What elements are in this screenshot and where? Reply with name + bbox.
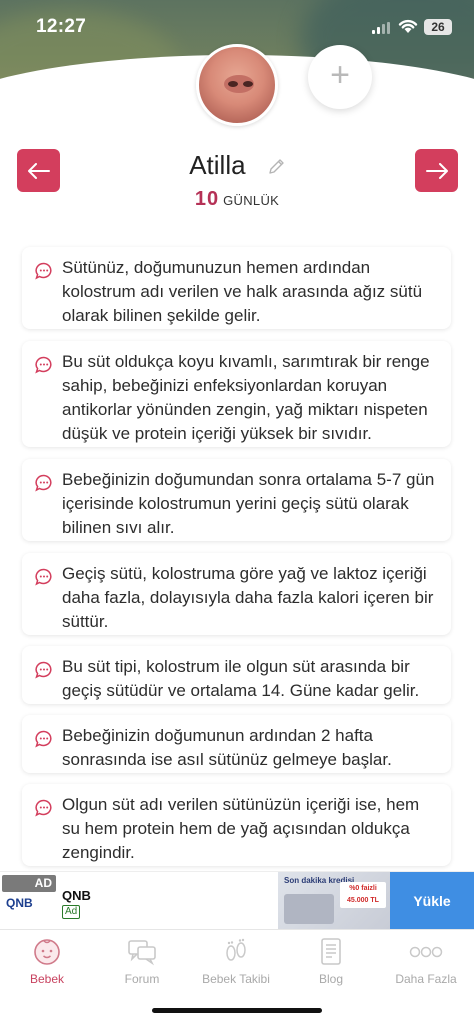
- tab-label: Blog: [318, 972, 344, 986]
- tab-bebek-takibi[interactable]: Bebek Takibi: [189, 936, 283, 986]
- wifi-icon: [398, 18, 418, 39]
- tab-blog[interactable]: Blog: [284, 936, 378, 986]
- edit-pencil-icon[interactable]: [267, 152, 285, 183]
- more-dots-icon: [379, 936, 473, 968]
- card-text: Bu süt tipi, kolostrum ile olgun süt ara…: [62, 657, 420, 700]
- card-text: Geçiş sütü, kolostruma göre yağ ve lakto…: [62, 564, 434, 631]
- speech-bubble-icon: [35, 661, 53, 684]
- add-photo-button[interactable]: +: [308, 45, 372, 109]
- speech-bubble-icon: [35, 262, 53, 285]
- card-text: Bu süt oldukça koyu kıvamlı, sarımtırak …: [62, 352, 430, 443]
- arrow-right-icon: [425, 162, 448, 179]
- ad-brand: QNB: [62, 888, 91, 903]
- age-unit: GÜNLÜK: [223, 193, 280, 208]
- speech-bubble-icon: [35, 568, 53, 591]
- tab-bebek[interactable]: Bebek: [0, 936, 94, 986]
- tab-label: Bebek Takibi: [202, 972, 270, 986]
- document-icon: [284, 936, 378, 968]
- tab-label: Forum: [124, 972, 160, 986]
- tab-forum[interactable]: Forum: [95, 936, 189, 986]
- speech-bubble-icon: [35, 474, 53, 497]
- ad-install-button[interactable]: Yükle: [390, 872, 474, 930]
- card-text: Bebeğinizin doğumunun ardından 2 hafta s…: [62, 726, 392, 769]
- card-text: Olgun süt adı verilen sütünüzün içeriği …: [62, 795, 420, 862]
- card-text: Sütünüz, doğumunuzun hemen ardından kolo…: [62, 258, 423, 325]
- info-card: Bebeğinizin doğumundan sonra ortalama 5-…: [22, 459, 451, 541]
- ad-banner[interactable]: AD QNB QNB Ad Son dakika kredisi %0 faiz…: [0, 871, 474, 930]
- baby-name-row: Atilla: [0, 150, 474, 183]
- qnb-logo: QNB: [6, 896, 33, 910]
- speech-bubble-icon: [35, 356, 53, 379]
- speech-bubble-icon: [35, 730, 53, 753]
- ad-badge: AD: [2, 875, 56, 892]
- chat-bubbles-icon: [95, 936, 189, 968]
- battery-indicator: 26: [424, 19, 452, 35]
- info-card: Sütünüz, doğumunuzun hemen ardından kolo…: [22, 247, 451, 329]
- baby-name: Atilla: [189, 150, 246, 180]
- age-value: 10: [194, 188, 220, 210]
- baby-avatar[interactable]: [196, 44, 278, 126]
- ad-creative-offer: %0 faizli 45.000 TL: [340, 882, 386, 908]
- cellular-signal-icon: [372, 22, 390, 34]
- baby-face-icon: [0, 936, 94, 968]
- home-indicator: [152, 1008, 322, 1013]
- ad-creative-image[interactable]: Son dakika kredisi %0 faizli 45.000 TL: [278, 872, 390, 930]
- next-day-button[interactable]: [415, 149, 458, 192]
- footprints-icon: [189, 936, 283, 968]
- tab-daha-fazla[interactable]: Daha Fazla: [379, 936, 473, 986]
- speech-bubble-icon: [35, 799, 53, 822]
- card-text: Bebeğinizin doğumundan sonra ortalama 5-…: [62, 470, 435, 537]
- tab-label: Bebek: [29, 972, 65, 986]
- baby-age: 10 GÜNLÜK: [0, 188, 474, 211]
- info-card: Olgun süt adı verilen sütünüzün içeriği …: [22, 784, 451, 866]
- info-card: Bebeğinizin doğumunun ardından 2 hafta s…: [22, 715, 451, 773]
- info-card: Geçiş sütü, kolostruma göre yağ ve lakto…: [22, 553, 451, 635]
- ad-tag: Ad: [62, 905, 81, 919]
- info-card: Bu süt oldukça koyu kıvamlı, sarımtırak …: [22, 341, 451, 447]
- info-card: Bu süt tipi, kolostrum ile olgun süt ara…: [22, 646, 451, 704]
- status-time: 12:27: [36, 16, 87, 37]
- tab-label: Daha Fazla: [395, 972, 457, 986]
